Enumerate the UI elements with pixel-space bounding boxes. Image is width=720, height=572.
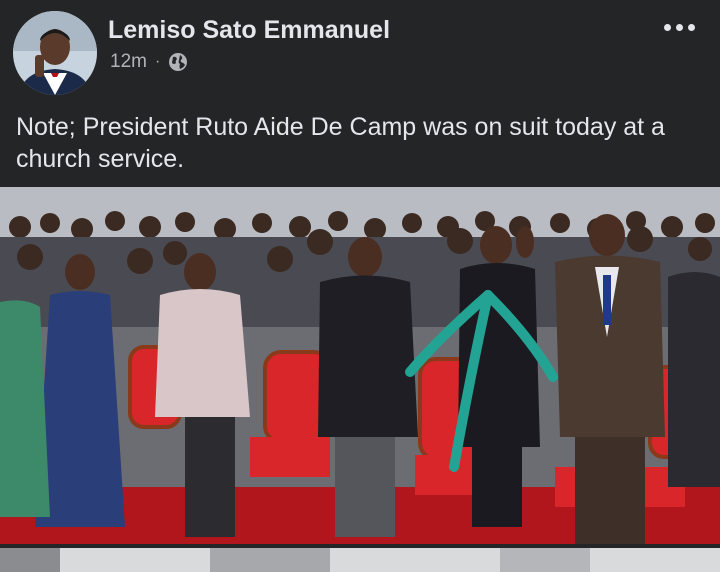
globe-icon[interactable] [168, 52, 188, 72]
more-dot [688, 24, 695, 31]
avatar-image [13, 11, 97, 95]
post-photo[interactable] [0, 187, 720, 544]
meta-separator: · [154, 53, 161, 70]
church-service-photo [0, 187, 720, 544]
more-dot [676, 24, 683, 31]
second-photo-preview[interactable] [0, 548, 720, 572]
second-photo-image [0, 548, 720, 572]
post-text: Note; President Ruto Aide De Camp was on… [16, 113, 665, 173]
more-options-icon[interactable] [664, 24, 695, 31]
post-header: Lemiso Sato Emmanuel 12m · [0, 0, 720, 100]
avatar[interactable] [13, 11, 97, 95]
author-name[interactable]: Lemiso Sato Emmanuel [108, 16, 390, 45]
more-dot [664, 24, 671, 31]
post-meta: 12m · [110, 50, 188, 74]
post-timestamp[interactable]: 12m [110, 51, 147, 73]
